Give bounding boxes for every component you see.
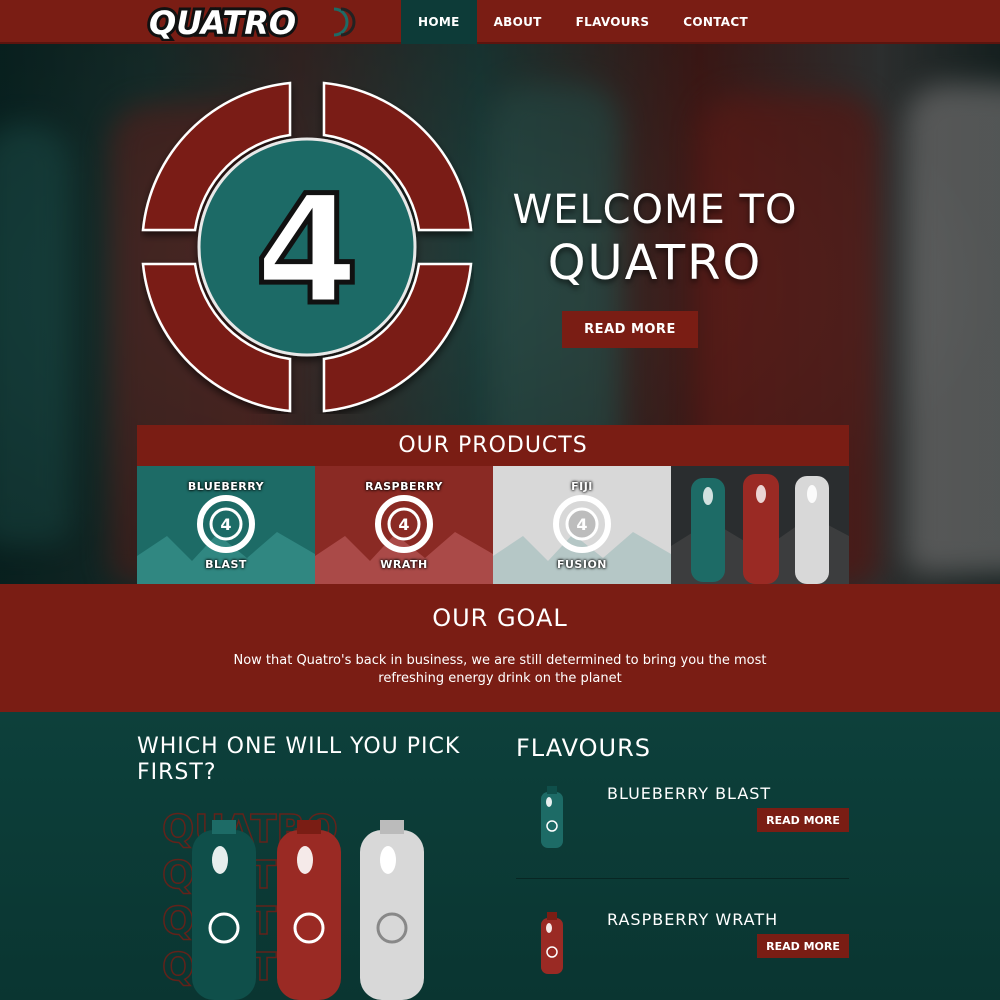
flavour-name: BLUEBERRY BLAST [607,784,772,803]
product-tile-fiji[interactable]: 4 FIJI FUSION [493,466,671,584]
three-bottles-image: QUATRO QUATRO QUATRO QUATRO [160,806,460,1000]
svg-text:4: 4 [398,515,409,534]
flavours-heading: FLAVOURS [516,734,651,762]
nav-flavours[interactable]: FLAVOURS [559,0,667,44]
raspberry-read-more-button[interactable]: READ MORE [757,934,849,958]
hero-title-line2: QUATRO [547,235,763,291]
flavour-item-raspberry: RASPBERRY WRATH READ MORE [516,910,849,980]
tile-label-bottom: WRATH [380,558,428,571]
goal-text: Now that Quatro's back in business, we a… [233,653,767,686]
tile-label-bottom: FUSION [556,558,608,571]
divider [516,878,849,879]
product-tiles: 4 BLUEBERRY BLAST 4 RASPBERRY WRATH 4 FI… [137,466,849,584]
nav-contact[interactable]: CONTACT [666,0,765,44]
svg-text:4: 4 [576,515,587,534]
tile-label-top: BLUEBERRY [187,480,265,493]
goal-section: OUR GOAL Now that Quatro's back in busin… [0,584,1000,712]
products-heading: OUR PRODUCTS [137,425,849,466]
product-tile-raspberry[interactable]: 4 RASPBERRY WRATH [315,466,493,584]
product-tile-blueberry[interactable]: 4 BLUEBERRY BLAST [137,466,315,584]
raspberry-bottle-thumb [538,910,566,974]
products-section: OUR PRODUCTS 4 BLUEBERRY BLAST 4 RASPBER… [137,425,849,584]
tile-label-top: FIJI [571,480,593,493]
flavour-name: RASPBERRY WRATH [607,910,779,929]
tile-label-bottom: BLAST [205,558,247,571]
hero-title-line1: WELCOME TO [512,187,798,233]
pick-heading: WHICH ONE WILL YOU PICK FIRST? [137,734,461,785]
nav-about[interactable]: ABOUT [477,0,559,44]
svg-text:4: 4 [220,515,231,534]
blueberry-read-more-button[interactable]: READ MORE [757,808,849,832]
quatro-logo[interactable]: QUATRO QUATRO [146,1,361,45]
product-tile-bottles[interactable] [671,466,849,584]
svg-text:4: 4 [255,164,359,338]
quatro-4-emblem: 4 [140,80,474,414]
nav-links: HOME ABOUT FLAVOURS CONTACT [401,0,765,44]
nav-home[interactable]: HOME [401,0,477,44]
goal-heading: OUR GOAL [432,604,568,632]
tile-label-top: RASPBERRY [365,480,443,493]
blueberry-bottle-thumb [538,784,566,848]
hero-read-more-button[interactable]: READ MORE [562,311,698,348]
flavours-section: WHICH ONE WILL YOU PICK FIRST? QUATRO QU… [0,712,1000,1000]
hero-title: WELCOME TO QUATRO [470,186,840,292]
flavour-item-blueberry: BLUEBERRY BLAST READ MORE [516,784,849,854]
top-nav: QUATRO QUATRO HOME ABOUT FLAVOURS CONTAC… [0,0,1000,45]
svg-text:QUATRO: QUATRO [149,4,296,41]
